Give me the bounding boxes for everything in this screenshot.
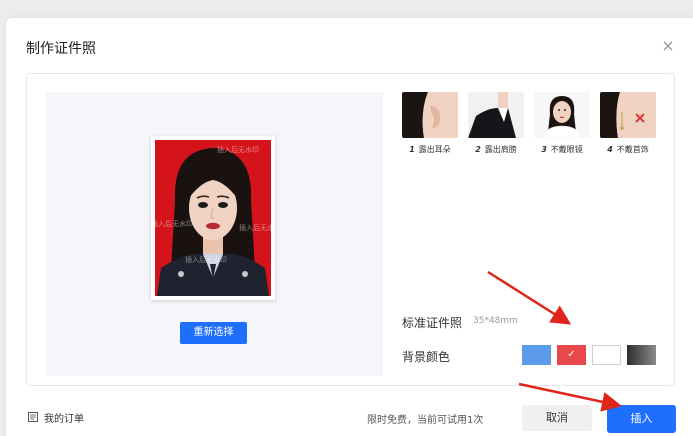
tip-show-shoulders: 2 露出肩膀 — [468, 92, 524, 155]
check-icon: ✓ — [567, 349, 576, 360]
background-color-label: 背景颜色 — [402, 350, 451, 364]
tip-label: 露出耳朵 — [418, 145, 451, 154]
photo-preview-area: 插入后无水印 插入后无水印 插入后无水印 插入后无水印 重新选择 — [46, 92, 383, 376]
tip-label: 不戴首饰 — [616, 145, 649, 154]
tip-label: 露出肩膀 — [484, 145, 517, 154]
reselect-button[interactable]: 重新选择 — [180, 322, 247, 344]
svg-text:插入后无水印: 插入后无水印 — [185, 255, 227, 264]
portrait-image: 插入后无水印 插入后无水印 插入后无水印 插入后无水印 — [155, 140, 271, 296]
id-photo-preview: 插入后无水印 插入后无水印 插入后无水印 插入后无水印 — [151, 136, 275, 300]
swatch-white[interactable] — [592, 345, 621, 365]
swatch-blue[interactable] — [522, 345, 551, 365]
swatch-red[interactable]: ✓ — [557, 345, 586, 365]
dialog-title: 制作证件照 — [26, 41, 96, 57]
photo-spec-size: 35*48mm — [473, 316, 518, 326]
content-panel: 插入后无水印 插入后无水印 插入后无水印 插入后无水印 重新选择 1露出耳朵 — [26, 73, 675, 386]
watermark-text: 插入后无水印 — [217, 145, 259, 154]
svg-text:插入后无水印: 插入后无水印 — [155, 219, 193, 228]
trial-note: 限时免费，当前可试用1次 — [367, 415, 484, 426]
cancel-button[interactable]: 取消 — [522, 405, 592, 431]
id-photo-dialog: 制作证件照 × 插入后无水印 插入后无水印 插入后无水 插入后无水印 重新选择 … — [6, 18, 693, 436]
tip-no-jewelry: 4 不戴首饰 — [600, 92, 656, 155]
tip-no-glasses: 3 不戴眼镜 — [534, 92, 590, 155]
svg-text:插入后无水印: 插入后无水印 — [239, 223, 271, 232]
photo-spec-label: 标准证件照 — [402, 316, 463, 330]
order-list-icon — [28, 412, 38, 422]
tip-show-ears: 1 露出耳朵 — [402, 92, 458, 155]
swatch-gradient-gray[interactable] — [627, 345, 656, 365]
shoulder-icon — [468, 92, 524, 138]
insert-button[interactable]: 插入 — [607, 405, 676, 433]
no-glasses-icon — [534, 92, 590, 138]
no-jewelry-icon — [600, 92, 656, 138]
my-orders-link[interactable]: 我的订单 — [44, 410, 84, 425]
tip-label: 不戴眼镜 — [550, 145, 583, 154]
close-icon[interactable]: × — [658, 36, 678, 56]
ear-icon — [402, 92, 458, 138]
